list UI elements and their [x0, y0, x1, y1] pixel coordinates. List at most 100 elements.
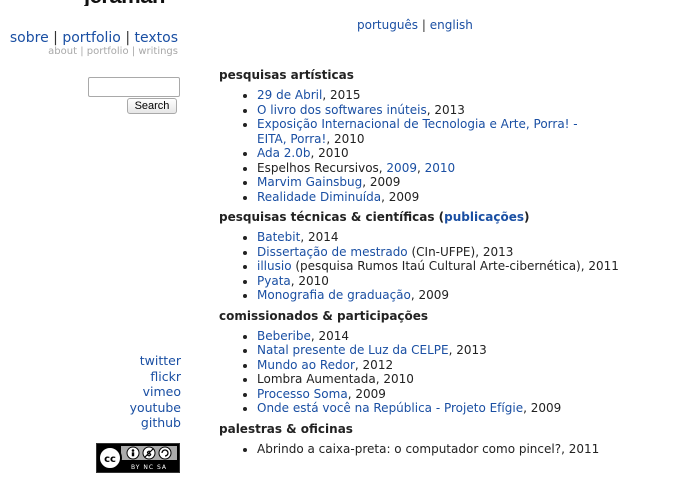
- project-link[interactable]: O livro dos softwares inúteis: [257, 103, 427, 117]
- nav-textos-link[interactable]: textos: [135, 30, 179, 46]
- license-text: BY NC SA: [131, 464, 167, 471]
- nav-separator: |: [53, 30, 58, 46]
- project-year: , 2015: [322, 88, 361, 102]
- project-list: Abrindo a caixa-preta: o computador como…: [219, 442, 674, 457]
- project-year: (CIn-UFPE), 2013: [407, 244, 514, 259]
- project-year: , 2014: [310, 328, 350, 343]
- svg-text:cc: cc: [104, 454, 116, 465]
- project-list: Batebit, 2014 Dissertação de mestrado (C…: [219, 230, 674, 303]
- list-item: Onde está você na República - Projeto Ef…: [257, 401, 674, 416]
- project-list: 29 de Abril, 2015 O livro dos softwares …: [219, 88, 674, 204]
- project-name: Espelhos Recursivos,: [257, 160, 387, 175]
- lang-separator: |: [421, 18, 426, 32]
- project-link[interactable]: 2010: [425, 161, 456, 175]
- twitter-link[interactable]: twitter: [140, 353, 181, 368]
- project-link[interactable]: Realidade Diminuída: [257, 190, 381, 204]
- list-item: Natal presente de Luz da CELPE, 2013: [257, 343, 674, 358]
- section-title-text: pesquisas técnicas & científicas (: [219, 210, 445, 224]
- project-link[interactable]: Natal presente de Luz da CELPE: [257, 343, 449, 357]
- project-link[interactable]: Ada 2.0b: [257, 146, 310, 160]
- section-title: pesquisas artísticas: [219, 68, 354, 82]
- project-link[interactable]: Onde está você na República - Projeto Ef…: [257, 401, 523, 415]
- comma-separator: ,: [416, 160, 425, 175]
- list-item: Espelhos Recursivos, 2009, 2010: [257, 161, 674, 176]
- list-item: Processo Soma, 2009: [257, 387, 674, 402]
- main-content: pesquisas artísticas 29 de Abril, 2015 O…: [219, 68, 674, 462]
- publications-link[interactable]: publicações: [444, 210, 524, 224]
- sub-nav: about | portfolio | writings: [48, 46, 178, 57]
- creative-commons-by-nc-sa-icon[interactable]: cc $ BY NC SA: [96, 443, 180, 473]
- list-item: Mundo ao Redor, 2012: [257, 358, 674, 373]
- list-item: Dissertação de mestrado (CIn-UFPE), 2013: [257, 245, 674, 260]
- list-item: illusio (pesquisa Rumos Itaú Cultural Ar…: [257, 259, 674, 274]
- list-item: Realidade Diminuída, 2009: [257, 190, 674, 205]
- section-title-close: ): [523, 210, 530, 224]
- project-list: Beberibe, 2014 Natal presente de Luz da …: [219, 329, 674, 416]
- section-technical-research: pesquisas técnicas & científicas (public…: [219, 210, 674, 303]
- section-title: pesquisas técnicas & científicas (public…: [219, 210, 674, 224]
- social-links: twitter flickr vimeo youtube github: [130, 353, 181, 431]
- section-title: palestras & oficinas: [219, 421, 353, 436]
- project-year: , 2010: [310, 146, 349, 160]
- list-item: O livro dos softwares inúteis, 2013: [257, 103, 674, 118]
- nav-sobre-link[interactable]: sobre: [10, 30, 49, 46]
- search-input[interactable]: [88, 77, 180, 97]
- github-link[interactable]: github: [141, 415, 181, 430]
- main-nav: sobre | portfolio | textos: [10, 30, 178, 46]
- project-link[interactable]: Dissertação de mestrado: [257, 245, 408, 259]
- project-year: , 2009: [523, 401, 562, 415]
- language-switcher: português | english: [357, 18, 473, 32]
- project-year: , 2013: [448, 343, 487, 357]
- list-item: Pyata, 2010: [257, 274, 674, 289]
- site-logo[interactable]: jeraman: [84, 0, 165, 6]
- project-year: , 2010: [326, 131, 365, 146]
- nav-portfolio-link[interactable]: portfolio: [62, 30, 121, 46]
- list-item: Ada 2.0b, 2010: [257, 146, 674, 161]
- list-item: Lombra Aumentada, 2010: [257, 372, 674, 387]
- project-name: Lombra Aumentada, 2010: [257, 372, 414, 386]
- project-link[interactable]: Monografia de graduação: [257, 288, 411, 302]
- vimeo-link[interactable]: vimeo: [143, 384, 181, 399]
- list-item: Marvim Gainsbug, 2009: [257, 175, 674, 190]
- project-year: , 2012: [354, 357, 394, 372]
- project-year: , 2009: [381, 189, 420, 204]
- project-link[interactable]: illusio: [257, 259, 292, 273]
- project-link[interactable]: Marvim Gainsbug: [257, 175, 362, 189]
- youtube-link[interactable]: youtube: [130, 400, 181, 415]
- subnav-separator: |: [131, 46, 136, 57]
- project-link[interactable]: Processo Soma: [257, 387, 348, 401]
- list-item: Abrindo a caixa-preta: o computador como…: [257, 442, 674, 457]
- project-name: Abrindo a caixa-preta: o computador como…: [257, 441, 600, 456]
- list-item: Monografia de graduação, 2009: [257, 288, 674, 303]
- subnav-about: about: [48, 46, 78, 57]
- project-year: , 2009: [347, 386, 386, 401]
- project-link[interactable]: 2009: [386, 161, 417, 175]
- subnav-portfolio: portfolio: [86, 46, 129, 57]
- search-button[interactable]: Search: [127, 98, 177, 114]
- list-item: Exposição Internacional de Tecnologia e …: [257, 117, 607, 146]
- project-link[interactable]: Porra!: [290, 132, 326, 146]
- project-year: , 2010: [290, 273, 329, 288]
- flickr-link[interactable]: flickr: [150, 369, 181, 384]
- list-item: Beberibe, 2014: [257, 329, 674, 344]
- project-link[interactable]: Beberibe: [257, 329, 311, 343]
- lang-english-link[interactable]: english: [430, 18, 473, 32]
- project-link[interactable]: Batebit: [257, 230, 300, 244]
- section-commissions: comissionados & participações Beberibe, …: [219, 309, 674, 416]
- section-artistic-research: pesquisas artísticas 29 de Abril, 2015 O…: [219, 68, 674, 204]
- project-year: , 2009: [362, 175, 401, 189]
- project-year: , 2013: [426, 102, 465, 117]
- lang-portuguese-link[interactable]: português: [357, 18, 418, 32]
- project-link[interactable]: Pyata: [257, 274, 291, 288]
- subnav-writings: writings: [138, 46, 178, 57]
- section-talks-workshops: palestras & oficinas Abrindo a caixa-pre…: [219, 422, 674, 457]
- nav-separator: |: [125, 30, 131, 46]
- section-title: comissionados & participações: [219, 308, 429, 323]
- subnav-separator: |: [80, 46, 84, 57]
- project-year: (pesquisa Rumos Itaú Cultural Arte-ciber…: [291, 259, 619, 273]
- project-link[interactable]: Mundo ao Redor: [257, 358, 355, 372]
- project-link[interactable]: 29 de Abril: [257, 88, 322, 102]
- list-item: Batebit, 2014: [257, 230, 674, 245]
- project-year: , 2014: [300, 230, 339, 244]
- list-item: 29 de Abril, 2015: [257, 88, 674, 103]
